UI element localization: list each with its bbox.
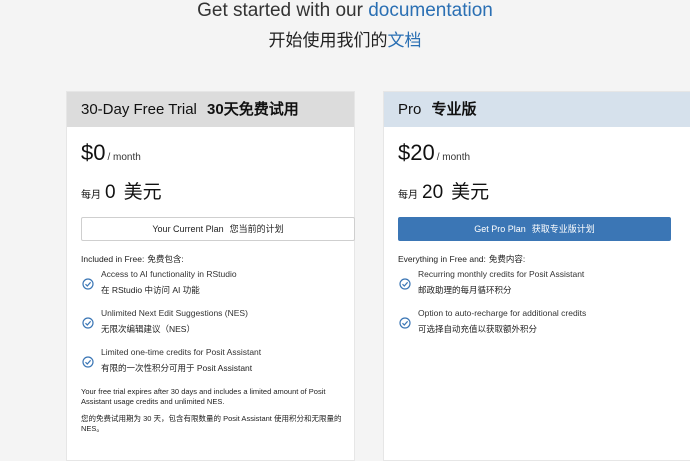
pro-price-zh-unit: 美元	[451, 182, 490, 203]
pro-price-amount: $20	[398, 140, 435, 165]
check-circle-icon	[82, 356, 94, 368]
pro-title-zh: 专业版	[431, 101, 477, 118]
hero-title-zh-text: 开始使用我们的	[268, 31, 388, 50]
pro-plan-card: Pro 专业版 $20/ month 每月 20 美元 Get Pro Plan 获取…	[383, 91, 690, 461]
pro-price: $20/ month	[398, 140, 470, 166]
trial-included-heading: Included in Free: 免费包含:	[81, 253, 184, 265]
trial-included-en: Included in Free:	[81, 254, 145, 264]
feature-label-en: Limited one-time credits for Posit Assis…	[101, 347, 262, 357]
hero-title-en: Get started with our documentation	[0, 0, 690, 22]
hero: Get started with our documentation 开始使用我…	[0, 0, 690, 60]
pro-price-zh: 每月 20 美元	[398, 177, 493, 204]
current-plan-button-zh: 您当前的计划	[229, 224, 284, 234]
feature-label-zh: 可选择自动充值以获取额外积分	[418, 324, 538, 334]
feature-label-en: Access to AI functionality in RStudio	[101, 269, 237, 279]
trial-plan-card: 30-Day Free Trial 30天免费试用 $0/ month 每月 0 美…	[66, 91, 355, 461]
feature-label-zh: 有限的一次性积分可用于 Posit Assistant	[101, 363, 253, 373]
trial-fine-print-en: Your free trial expires after 30 days an…	[81, 387, 326, 406]
feature-label-en: Unlimited Next Edit Suggestions (NES)	[101, 308, 248, 318]
hero-title-en-text: Get started with our	[197, 0, 369, 21]
trial-plan-header: 30-Day Free Trial 30天免费试用	[67, 92, 354, 127]
current-plan-button[interactable]: Your Current Plan 您当前的计划	[81, 217, 355, 241]
pro-price-period: / month	[436, 152, 471, 163]
pro-included-zh: 免费内容:	[488, 254, 526, 264]
trial-price-zh-unit: 美元	[123, 182, 162, 203]
feature-label-zh: 无限次编辑建议（NES）	[101, 324, 195, 334]
feature-label-zh: 邮政助理的每月循环积分	[418, 285, 512, 295]
pro-included-en: Everything in Free and:	[398, 254, 486, 264]
feature-label-en: Option to auto-recharge for additional c…	[418, 308, 587, 318]
pro-included-heading: Everything in Free and: 免费内容:	[398, 253, 525, 265]
trial-fine-print-zh: 您的免费试用期为 30 天，包含有限数量的 Posit Assistant 使用…	[81, 414, 342, 433]
feature-label-zh: 在 RStudio 中访问 AI 功能	[101, 285, 200, 295]
pro-plan-header: Pro 专业版	[384, 92, 690, 127]
trial-price-zh: 每月 0 美元	[81, 177, 166, 204]
trial-included-zh: 免费包含:	[147, 254, 184, 264]
check-circle-icon	[82, 317, 94, 329]
feature-label-en: Recurring monthly credits for Posit Assi…	[418, 269, 585, 279]
get-pro-plan-button-zh: 获取专业版计划	[531, 224, 595, 234]
trial-title-en: 30-Day Free Trial	[81, 101, 197, 118]
current-plan-button-en: Your Current Plan	[152, 224, 224, 234]
check-circle-icon	[399, 278, 411, 290]
pro-price-zh-amount: 20	[422, 182, 444, 203]
trial-price-zh-amount: 0	[105, 182, 116, 203]
pro-title-en: Pro	[398, 101, 422, 118]
pro-price-zh-prefix: 每月	[398, 190, 418, 201]
documentation-link[interactable]: documentation	[368, 0, 493, 21]
trial-title-zh: 30天免费试用	[207, 101, 299, 118]
trial-price: $0/ month	[81, 140, 141, 166]
get-pro-plan-button-en: Get Pro Plan	[474, 224, 526, 234]
documentation-link-zh[interactable]: 文档	[388, 31, 422, 50]
check-circle-icon	[82, 278, 94, 290]
trial-price-amount: $0	[81, 140, 106, 165]
hero-title-zh: 开始使用我们的文档	[0, 30, 690, 52]
trial-price-period: / month	[107, 152, 141, 163]
trial-price-zh-prefix: 每月	[81, 190, 101, 201]
check-circle-icon	[399, 317, 411, 329]
get-pro-plan-button[interactable]: Get Pro Plan 获取专业版计划	[398, 217, 671, 241]
